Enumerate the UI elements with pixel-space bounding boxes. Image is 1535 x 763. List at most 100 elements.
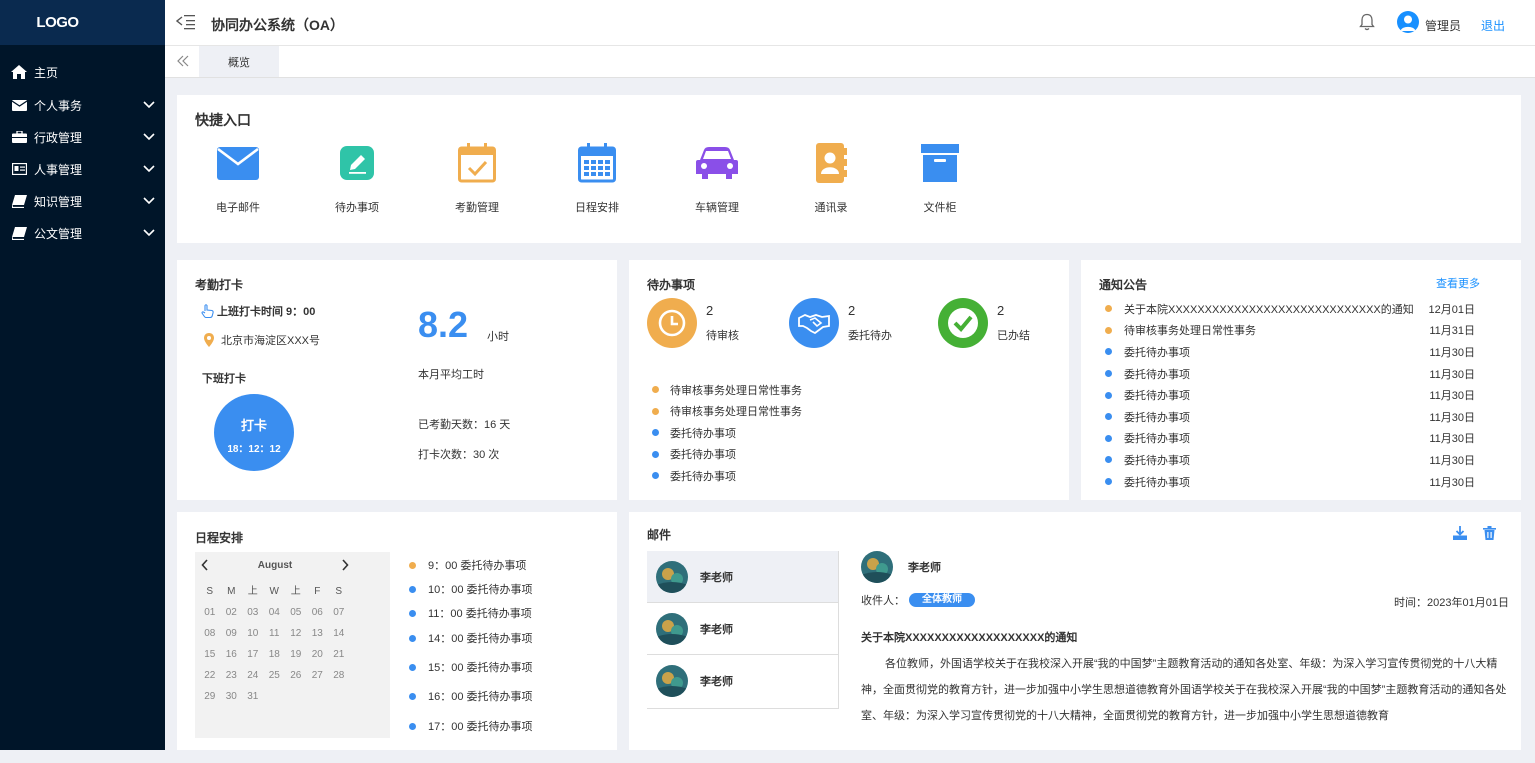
avg-hours-unit: 小时 — [487, 331, 509, 343]
calendar-day[interactable]: 02 — [221, 602, 243, 623]
sidebar-item-documents[interactable]: 公文管理 — [0, 217, 165, 249]
punch-button[interactable]: 打卡 18：12：12 — [214, 394, 294, 471]
calendar-day[interactable]: 23 — [221, 665, 243, 686]
list-item[interactable]: 9：00 委托待办事项 — [409, 557, 526, 573]
calendar-day[interactable]: 04 — [264, 602, 286, 623]
list-item-text: 委托待办事项 — [670, 427, 736, 440]
mail-list-item[interactable]: 李老师 — [647, 603, 838, 655]
mail-detail-header: 李老师 — [861, 551, 1511, 583]
list-item[interactable]: 11：00 委托待办事项 — [409, 605, 532, 621]
list-item[interactable]: 委托待办事项 — [652, 422, 802, 444]
calendar-day[interactable]: 22 — [199, 665, 221, 686]
list-item[interactable]: 委托待办事项 11月30日 — [1105, 471, 1475, 493]
calendar-day[interactable]: 26 — [285, 665, 307, 686]
location-pin-icon — [204, 333, 214, 347]
quick-item-attendance[interactable]: 考勤管理 — [437, 141, 517, 215]
sidebar-menu: 主页 个人事务 行政管理 人事管理 知识管理 公文管理 — [0, 45, 165, 249]
trash-icon[interactable] — [1483, 526, 1496, 543]
calendar-day[interactable]: 25 — [264, 665, 286, 686]
list-item[interactable]: 待审核事务处理日常性事务 — [652, 379, 802, 401]
calendar-day[interactable]: 06 — [307, 602, 329, 623]
list-item[interactable]: 待审核事务处理日常性事务 11月31日 — [1105, 320, 1475, 342]
calendar-day[interactable]: 27 — [307, 665, 329, 686]
mail-subject: 关于本院XXXXXXXXXXXXXXXXXXX的通知 — [861, 632, 1078, 644]
calendar-day[interactable]: 15 — [199, 644, 221, 665]
quick-item-schedule[interactable]: 日程安排 — [557, 141, 637, 215]
calendar-day[interactable]: 31 — [242, 686, 264, 707]
list-item[interactable]: 14：00 委托待办事项 — [409, 630, 533, 646]
calendar-day[interactable]: 21 — [328, 644, 350, 665]
calendar-day[interactable]: 07 — [328, 602, 350, 623]
calendar-day[interactable]: 30 — [221, 686, 243, 707]
quick-item-todo[interactable]: 待办事项 — [317, 141, 397, 215]
calendar-day[interactable]: 11 — [264, 623, 286, 644]
list-item[interactable]: 委托待办事项 — [652, 444, 802, 466]
quick-item-vehicle[interactable]: 车辆管理 — [677, 141, 757, 215]
calendar-day[interactable]: 17 — [242, 644, 264, 665]
calendar-day[interactable]: 16 — [221, 644, 243, 665]
list-item[interactable]: 17：00 委托待办事项 — [409, 718, 533, 734]
sidebar-item-home[interactable]: 主页 — [0, 57, 165, 87]
sidebar-item-personal[interactable]: 个人事务 — [0, 89, 165, 121]
status-dot — [409, 692, 416, 700]
list-item[interactable]: 委托待办事项 11月30日 — [1105, 428, 1475, 450]
list-item[interactable]: 委托待办事项 11月30日 — [1105, 406, 1475, 428]
calendar-day[interactable]: 19 — [285, 644, 307, 665]
chevron-down-icon — [143, 98, 155, 112]
user-name[interactable]: 管理员 — [1425, 17, 1461, 34]
sidebar: LOGO 主页 个人事务 行政管理 人事管理 知识管理 公文管理 — [0, 0, 165, 750]
calendar-day[interactable]: 03 — [242, 602, 264, 623]
calendar-day[interactable]: 08 — [199, 623, 221, 644]
calendar-weekday: M — [227, 586, 236, 597]
calendar-day[interactable]: 01 — [199, 602, 221, 623]
double-chevron-left-icon[interactable] — [176, 54, 190, 71]
list-item[interactable]: 10：00 委托待办事项 — [409, 581, 533, 597]
mail-list-item[interactable]: 李老师 — [647, 655, 838, 707]
user-avatar[interactable] — [1397, 11, 1419, 33]
quick-item-cabinet[interactable]: 文件柜 — [900, 141, 980, 215]
location-row: 北京市海淀区XXX号 — [204, 332, 320, 348]
list-item[interactable]: 15：00 委托待办事项 — [409, 659, 533, 675]
calendar-day[interactable]: 12 — [285, 623, 307, 644]
stat-completed[interactable]: 2 已办结 — [938, 298, 1030, 348]
calendar-day[interactable]: 24 — [242, 665, 264, 686]
quick-item-contacts[interactable]: 通讯录 — [791, 141, 871, 215]
chevron-right-icon[interactable] — [341, 559, 349, 574]
calendar-day[interactable]: 10 — [242, 623, 264, 644]
calendar-day[interactable]: 09 — [221, 623, 243, 644]
calendar-day[interactable]: 18 — [264, 644, 286, 665]
sidebar-item-hr[interactable]: 人事管理 — [0, 153, 165, 185]
calendar-day[interactable]: 14 — [328, 623, 350, 644]
list-item[interactable]: 关于本院XXXXXXXXXXXXXXXXXXXXXXXXXXXXX的通知 12月0… — [1105, 298, 1475, 320]
book-icon — [11, 226, 27, 240]
list-item[interactable]: 待审核事务处理日常性事务 — [652, 401, 802, 423]
list-item[interactable]: 委托待办事项 — [652, 465, 802, 487]
calendar-weekday: W — [269, 586, 279, 597]
status-dot — [1105, 434, 1112, 442]
logout-link[interactable]: 退出 — [1481, 17, 1505, 34]
list-item[interactable]: 委托待办事项 11月30日 — [1105, 363, 1475, 385]
calendar-day[interactable]: 13 — [307, 623, 329, 644]
contacts-icon — [809, 141, 853, 185]
download-icon[interactable] — [1453, 526, 1467, 543]
mail-list-item[interactable]: 李老师 — [647, 551, 838, 603]
list-item[interactable]: 委托待办事项 11月30日 — [1105, 384, 1475, 406]
stat-delegated[interactable]: 2 委托待办 — [789, 298, 892, 348]
tab-overview[interactable]: 概览 — [199, 46, 279, 77]
attendance-card: 考勤打卡 上班打卡时间 9：00 北京市海淀区XXX号 下班打卡 打卡 18：1… — [177, 260, 617, 500]
list-item[interactable]: 委托待办事项 11月30日 — [1105, 341, 1475, 363]
status-dot — [1105, 413, 1112, 421]
quick-item-mail[interactable]: 电子邮件 — [198, 141, 278, 215]
sidebar-item-admin[interactable]: 行政管理 — [0, 121, 165, 153]
calendar-day[interactable]: 20 — [307, 644, 329, 665]
list-item[interactable]: 16：00 委托待办事项 — [409, 688, 533, 704]
bell-icon[interactable] — [1359, 13, 1375, 34]
menu-fold-icon[interactable] — [175, 13, 196, 33]
stat-pending-review[interactable]: 2 待审核 — [647, 298, 739, 348]
calendar-day[interactable]: 29 — [199, 686, 221, 707]
calendar-day[interactable]: 05 — [285, 602, 307, 623]
sidebar-item-knowledge[interactable]: 知识管理 — [0, 185, 165, 217]
calendar-day[interactable]: 28 — [328, 665, 350, 686]
view-more-link[interactable]: 查看更多 — [1436, 275, 1480, 291]
list-item[interactable]: 委托待办事项 11月30日 — [1105, 449, 1475, 471]
